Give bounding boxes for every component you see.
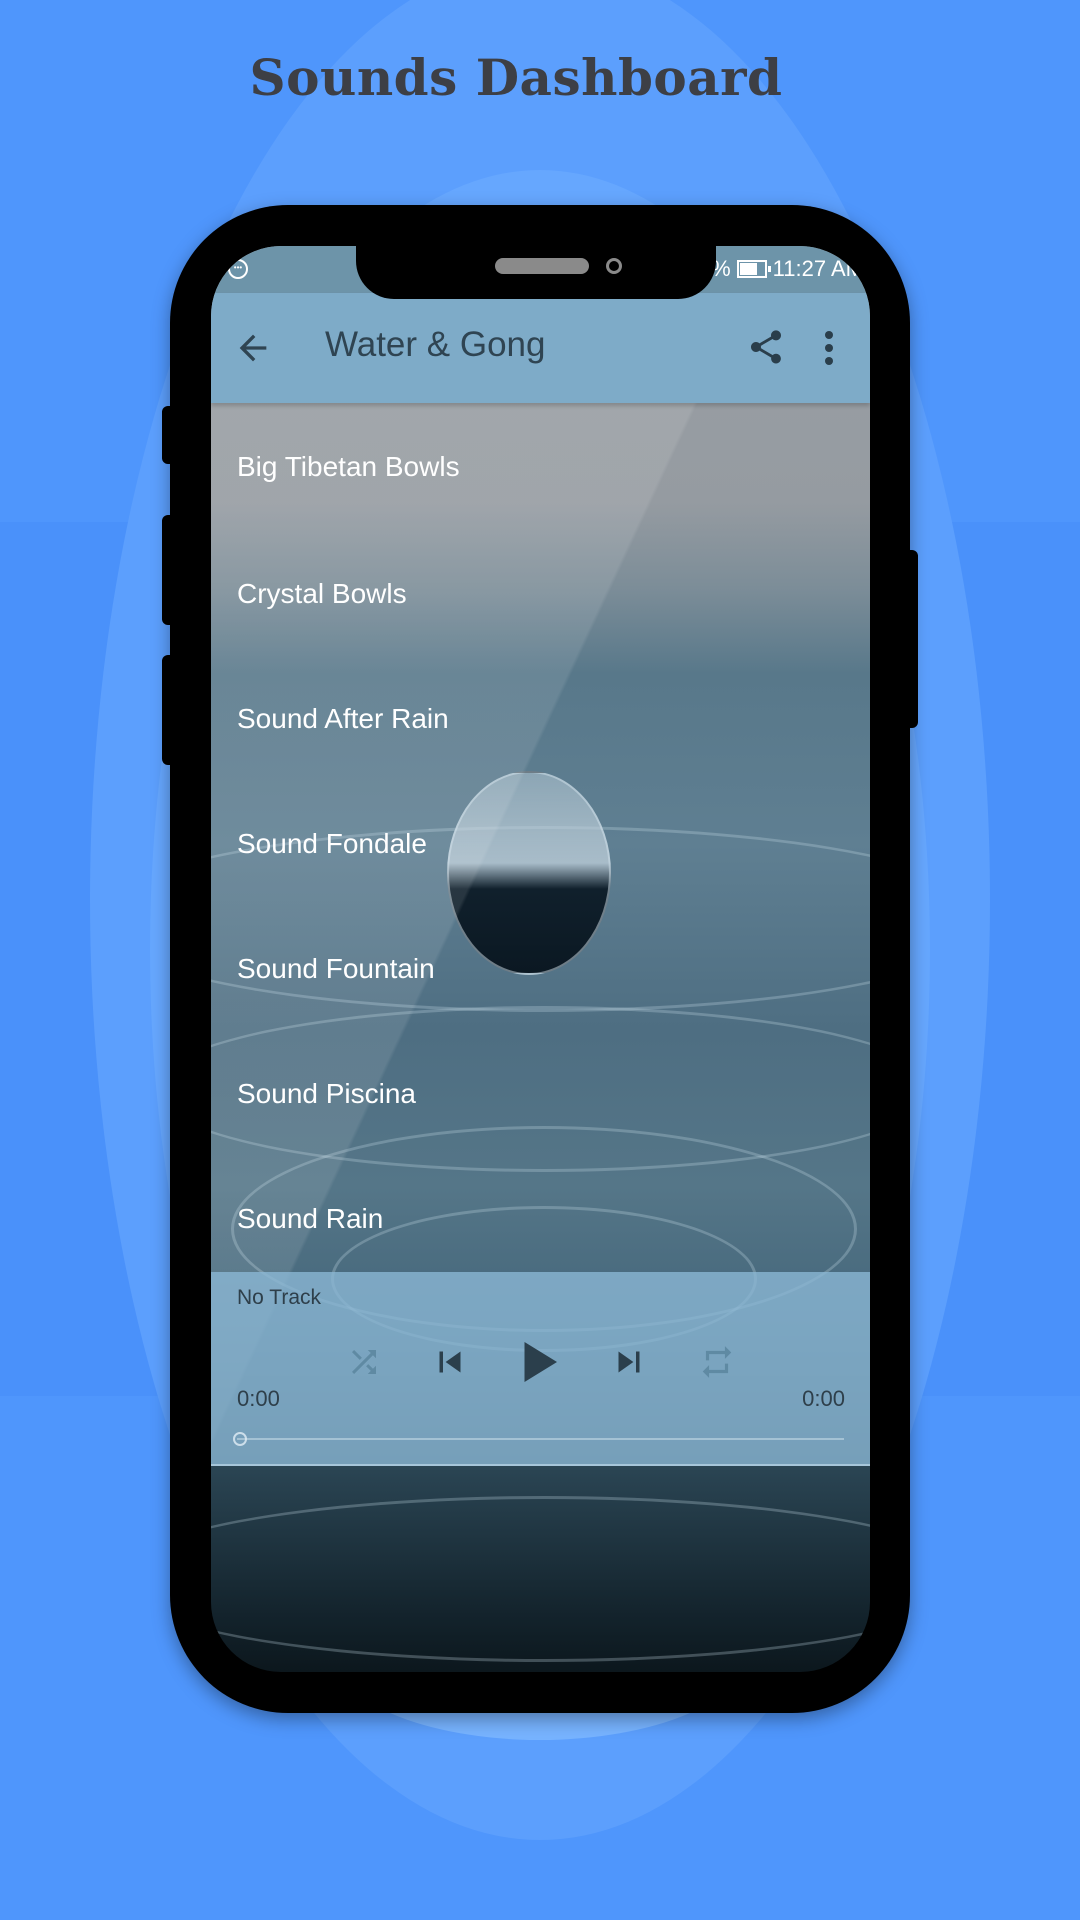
phone-frame: ••• % 11:27 AM Water & Gong Big Tibetan … — [170, 205, 910, 1713]
sound-list-item[interactable]: Sound Fondale — [211, 781, 870, 906]
phone-speaker — [495, 258, 589, 274]
sound-list-item[interactable]: Sound Rain — [211, 1156, 870, 1281]
repeat-icon[interactable] — [698, 1332, 736, 1392]
phone-camera — [606, 258, 622, 274]
ripple — [211, 1496, 870, 1662]
seek-thumb[interactable] — [233, 1432, 247, 1446]
sound-label: Crystal Bowls — [237, 577, 407, 609]
sound-label: Sound Rain — [237, 1202, 384, 1234]
arrow-back-icon[interactable] — [233, 328, 273, 368]
phone-screen: ••• % 11:27 AM Water & Gong Big Tibetan … — [211, 246, 870, 1672]
play-icon[interactable] — [507, 1326, 567, 1398]
shuffle-icon[interactable] — [346, 1332, 382, 1392]
sound-label: Sound Fondale — [237, 827, 427, 859]
now-playing-title: No Track — [237, 1286, 322, 1309]
page-headline: Sounds Dashboard — [249, 48, 783, 107]
sound-label: Sound Fountain — [237, 952, 435, 984]
sound-list-item[interactable]: Sound Fountain — [211, 906, 870, 1031]
more-vert-icon[interactable] — [819, 328, 839, 368]
sound-label: Sound Piscina — [237, 1077, 417, 1109]
phone-notch — [356, 246, 716, 299]
sound-list-item[interactable]: Sound Piscina — [211, 1031, 870, 1156]
sound-list: Big Tibetan Bowls Crystal Bowls Sound Af… — [211, 403, 870, 1281]
player-panel: No Track 0:00 0:00 — [211, 1272, 870, 1466]
sound-list-item[interactable]: Sound After Rain — [211, 656, 870, 781]
toolbar-title: Water & Gong — [325, 325, 546, 364]
total-duration: 0:00 — [802, 1386, 845, 1411]
sound-label: Sound After Rain — [237, 702, 449, 734]
sound-label: Big Tibetan Bowls — [237, 451, 460, 482]
app-toolbar: Water & Gong — [211, 293, 870, 403]
skip-previous-icon[interactable] — [429, 1332, 471, 1392]
skip-next-icon[interactable] — [608, 1332, 650, 1392]
battery-icon — [736, 260, 771, 278]
status-time: 11:27 AM — [772, 256, 864, 281]
sound-list-item[interactable]: Big Tibetan Bowls — [211, 403, 870, 531]
seek-bar[interactable] — [233, 1432, 844, 1446]
sound-list-item[interactable]: Crystal Bowls — [211, 531, 870, 656]
share-icon[interactable] — [746, 326, 786, 368]
elapsed-time: 0:00 — [237, 1386, 280, 1411]
more-horiz-circle-icon: ••• — [228, 259, 248, 279]
status-right: % 11:27 AM — [711, 256, 864, 282]
